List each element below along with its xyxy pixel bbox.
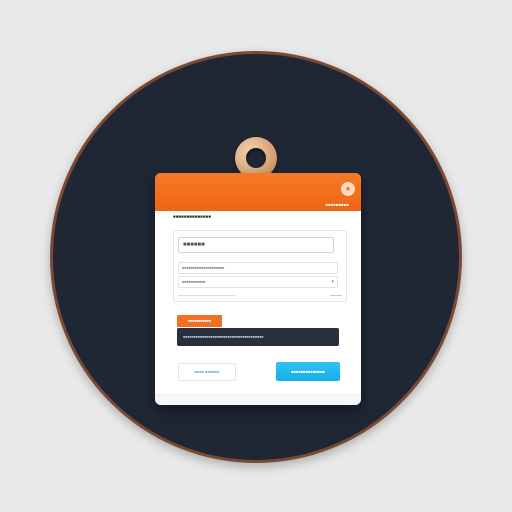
form-card: ● ■■■■■■■■■ ■■■■■■■■■■■■■■ ■■■■■■ ■■■■■■… — [155, 173, 361, 405]
primary-button[interactable]: ■■■■■■■■■■■■■■ — [276, 362, 340, 381]
header-link[interactable]: ■■■■■■■■■ — [325, 202, 349, 207]
right-underline — [330, 295, 342, 296]
card-header: ● ■■■■■■■■■ — [155, 173, 361, 211]
select-field[interactable]: ■■■■■■■■■■■ ▾ — [178, 276, 338, 288]
hint-underline — [178, 295, 236, 296]
card-footer — [155, 394, 361, 405]
circle-badge-icon[interactable]: ● — [341, 182, 355, 196]
select-field-label: ■■■■■■■■■■■ — [182, 280, 206, 284]
ring-hole — [246, 148, 266, 168]
text-field[interactable]: ■■■■■■■■■■■■■■■■■■■■ — [178, 262, 338, 274]
orange-tag-button[interactable]: ■■■■■■■■■■■ — [177, 315, 222, 327]
app-icon-scene: ● ■■■■■■■■■ ■■■■■■■■■■■■■■ ■■■■■■ ■■■■■■… — [0, 0, 512, 512]
chevron-down-icon: ▾ — [331, 279, 334, 285]
name-field[interactable]: ■■■■■■ — [178, 237, 334, 253]
form-title: ■■■■■■■■■■■■■■ — [173, 214, 212, 219]
form-panel: ■■■■■■ ■■■■■■■■■■■■■■■■■■■■ ■■■■■■■■■■■ … — [173, 230, 347, 302]
secondary-button[interactable]: ■■■■ ■■■■■■ — [178, 363, 236, 381]
dark-input-bar[interactable]: ■■■■■■■■■■■■■■■■■■■■■■■■■■■■■■■■■■■■■■ — [177, 328, 339, 346]
